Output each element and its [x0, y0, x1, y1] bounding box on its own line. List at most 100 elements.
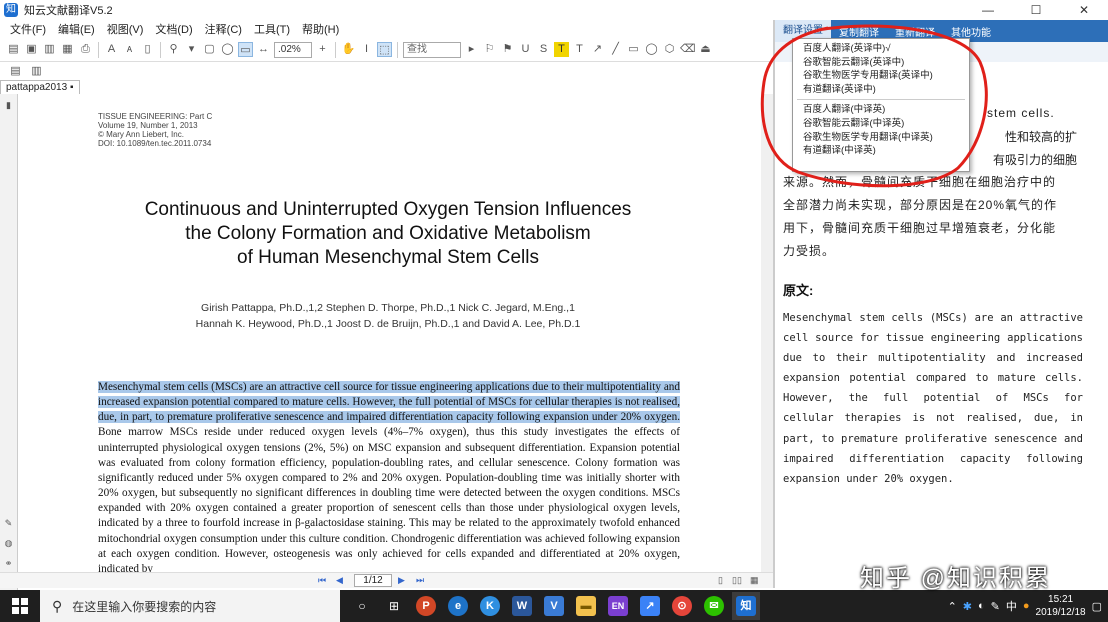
- font-down-icon[interactable]: ᴀ: [122, 42, 137, 57]
- cortana-icon[interactable]: ○: [348, 592, 376, 620]
- app-arrow-icon[interactable]: ↗: [636, 592, 664, 620]
- close-button[interactable]: ✕: [1060, 0, 1108, 20]
- menu-item-youdao-en-zh[interactable]: 有道翻译(英译中): [793, 83, 969, 97]
- start-button[interactable]: [0, 590, 40, 622]
- page-thumbnail-icon[interactable]: ▮: [3, 100, 14, 111]
- bookmark-icon[interactable]: ⚐: [482, 42, 497, 57]
- menu-item-youdao-zh-en[interactable]: 有道翻译(中译英): [793, 144, 969, 158]
- find-input[interactable]: 查找: [403, 41, 461, 58]
- menu-item-google-biomed-en-zh[interactable]: 谷歌生物医学专用翻译(英译中): [793, 69, 969, 83]
- columns-icon[interactable]: ▯: [140, 42, 155, 57]
- comment-icon[interactable]: ✎: [3, 518, 14, 529]
- print-icon[interactable]: ⎙: [78, 42, 93, 57]
- ime-icon[interactable]: ●: [1023, 600, 1030, 612]
- word-icon[interactable]: W: [508, 592, 536, 620]
- find-next-icon[interactable]: ▸: [464, 42, 479, 57]
- polygon-tool-icon[interactable]: ⬡: [662, 42, 677, 57]
- zoom-dropdown-icon[interactable]: ▾: [184, 42, 199, 57]
- zoom-icon[interactable]: ⚲: [166, 42, 181, 57]
- pen-icon[interactable]: ✎: [991, 600, 1000, 613]
- tab-close-icon[interactable]: ▪: [70, 82, 74, 93]
- strikeout-icon[interactable]: S: [536, 42, 551, 57]
- document-tab[interactable]: pattappa2013 ▪: [0, 80, 80, 94]
- tab-other-functions[interactable]: 其他功能: [943, 24, 999, 39]
- text-note-icon[interactable]: T: [572, 42, 587, 57]
- save-as-icon[interactable]: ▥: [42, 42, 57, 57]
- line-tool-icon[interactable]: ╱: [608, 42, 623, 57]
- app-v-icon[interactable]: V: [540, 592, 568, 620]
- tab-retranslate[interactable]: 重新翻译: [887, 24, 943, 39]
- export-icon[interactable]: ▥: [29, 64, 44, 79]
- menu-help[interactable]: 帮助(H): [296, 21, 345, 37]
- minimize-button[interactable]: —: [964, 0, 1012, 20]
- continuous-icon[interactable]: ▦: [750, 575, 759, 586]
- menu-document[interactable]: 文档(D): [149, 21, 198, 37]
- fit-width-icon[interactable]: ▭: [238, 42, 253, 57]
- highlight-icon[interactable]: T: [554, 42, 569, 57]
- file-explorer-icon[interactable]: ▬: [572, 592, 600, 620]
- fit-page-icon[interactable]: ▢: [202, 42, 217, 57]
- stamp-tool-icon[interactable]: ⏏: [698, 42, 713, 57]
- volume-icon[interactable]: ◐: [978, 600, 985, 612]
- bluetooth-icon[interactable]: ✱: [963, 600, 972, 613]
- menu-item-baidu-en-zh[interactable]: 百度人翻译(英译中)√: [793, 42, 969, 56]
- select-text-icon[interactable]: I: [359, 42, 374, 57]
- single-page-icon[interactable]: ▯: [718, 575, 723, 586]
- menu-item-google-cloud-en-zh[interactable]: 谷歌智能云翻译(英译中): [793, 56, 969, 70]
- first-page-icon[interactable]: ⏮: [318, 575, 326, 586]
- menu-view[interactable]: 视图(V): [101, 21, 150, 37]
- paper-abstract[interactable]: Mesenchymal stem cells (MSCs) are an att…: [98, 380, 680, 572]
- two-page-icon[interactable]: ▯▯: [732, 575, 742, 586]
- select-tool-icon[interactable]: ⬚: [377, 42, 392, 57]
- arrow-tool-icon[interactable]: ↗: [590, 42, 605, 57]
- hand-tool-icon[interactable]: ✋: [341, 42, 356, 57]
- menu-file[interactable]: 文件(F): [0, 21, 52, 37]
- zhiyun-icon[interactable]: 知: [732, 592, 760, 620]
- language-indicator[interactable]: 中: [1006, 598, 1017, 614]
- notification-icon[interactable]: ▢: [1092, 600, 1102, 613]
- powerpoint-icon[interactable]: P: [412, 592, 440, 620]
- chrome-icon[interactable]: ⊙: [668, 592, 696, 620]
- zoom-level-field[interactable]: .02%: [274, 41, 312, 58]
- task-view-icon[interactable]: ⊞: [380, 592, 408, 620]
- translation-text[interactable]: 来源。然而，骨髓间充质干细胞在细胞治疗中的 全部潜力尚未实现，部分原因是在20%…: [783, 171, 1083, 263]
- prev-page-icon[interactable]: ◀: [336, 575, 343, 586]
- wechat-icon[interactable]: ✉: [700, 592, 728, 620]
- selected-text[interactable]: Mesenchymal stem cells (MSCs) are an att…: [98, 381, 680, 424]
- font-up-icon[interactable]: A: [104, 42, 119, 57]
- underline-icon[interactable]: U: [518, 42, 533, 57]
- save-icon[interactable]: ▣: [24, 42, 39, 57]
- document-viewer[interactable]: TISSUE ENGINEERING: Part C Volume 19, Nu…: [18, 94, 773, 572]
- ellipse-tool-icon[interactable]: ◯: [644, 42, 659, 57]
- taskbar-search[interactable]: ⚲ 在这里输入你要搜索的内容: [40, 590, 340, 622]
- menu-item-baidu-zh-en[interactable]: 百度人翻译(中译英): [793, 103, 969, 117]
- attachment-icon[interactable]: ◍: [3, 538, 14, 549]
- clock[interactable]: 15:21 2019/12/18: [1036, 593, 1086, 619]
- rotate-icon[interactable]: ◯: [220, 42, 235, 57]
- menu-tools[interactable]: 工具(T): [248, 21, 296, 37]
- original-text[interactable]: Mesenchymal stem cells (MSCs) are an att…: [783, 308, 1083, 489]
- next-page-icon[interactable]: ▶: [398, 575, 405, 586]
- chevron-up-icon[interactable]: ⌃: [948, 600, 957, 613]
- rectangle-tool-icon[interactable]: ▭: [626, 42, 641, 57]
- document-scrollbar[interactable]: [761, 94, 773, 572]
- app-en-icon[interactable]: EN: [604, 592, 632, 620]
- app-k-icon[interactable]: K: [476, 592, 504, 620]
- link-icon[interactable]: ⚭: [3, 558, 14, 569]
- open-folder-icon[interactable]: ▤: [6, 42, 21, 57]
- menu-item-google-biomed-zh-en[interactable]: 谷歌生物医学专用翻译(中译英): [793, 131, 969, 145]
- menu-comment[interactable]: 注释(C): [199, 21, 248, 37]
- maximize-button[interactable]: ☐: [1012, 0, 1060, 20]
- eraser-icon[interactable]: ⌫: [680, 42, 696, 57]
- print-preview-icon[interactable]: ▦: [60, 42, 75, 57]
- last-page-icon[interactable]: ⏭: [416, 575, 424, 586]
- edge-icon[interactable]: e: [444, 592, 472, 620]
- width-arrows-icon[interactable]: ↔: [256, 42, 271, 57]
- tab-copy-translation[interactable]: 复制翻译: [831, 24, 887, 39]
- page-number-field[interactable]: 1/12: [354, 574, 392, 587]
- zoom-in-icon[interactable]: +: [315, 42, 330, 57]
- note-list-icon[interactable]: ▤: [8, 64, 23, 79]
- stamp-icon[interactable]: ⚑: [500, 42, 515, 57]
- menu-item-google-cloud-zh-en[interactable]: 谷歌智能云翻译(中译英): [793, 117, 969, 131]
- menu-edit[interactable]: 编辑(E): [52, 21, 101, 37]
